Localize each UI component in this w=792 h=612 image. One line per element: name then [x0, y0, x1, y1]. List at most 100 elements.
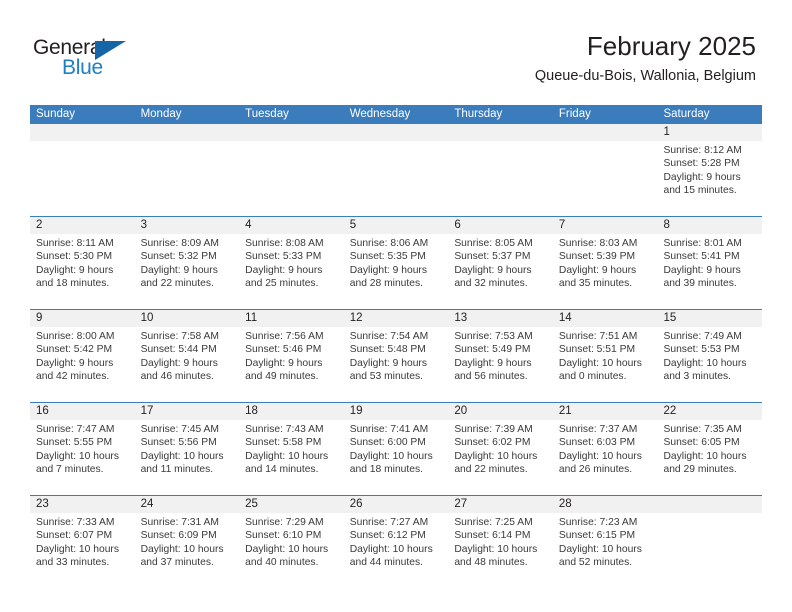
day-number: 7 — [552, 217, 658, 234]
weekday-header-friday: Friday — [558, 108, 591, 120]
day-sun-info: Sunrise: 7:58 AM Sunset: 5:44 PM Daylight:… — [135, 327, 240, 384]
title-block: February 2025 Queue-du-Bois, Wallonia, B… — [535, 31, 756, 86]
daylight-duration-line2: and 0 minutes. — [558, 371, 627, 383]
sunrise-time: Sunrise: 8:09 AM — [140, 238, 219, 249]
sunset-time: Sunset: 6:03 PM — [558, 437, 636, 449]
sunset-time: Sunset: 5:48 PM — [349, 344, 426, 356]
daylight-duration-line2: and 22 minutes. — [454, 464, 528, 476]
daylight-duration-line1: Daylight: 10 hours — [349, 450, 433, 462]
day-cell[interactable]: 22 Sunrise: 7:35 AM Sunset: 6:05 PM Dayligh… — [657, 403, 763, 495]
calendar-week-row: 9 Sunrise: 8:00 AM Sunset: 5:42 PM Daylight… — [30, 309, 763, 402]
day-sun-info: Sunrise: 7:53 AM Sunset: 5:49 PM Daylight:… — [448, 327, 553, 384]
day-cell[interactable]: 19 Sunrise: 7:41 AM Sunset: 6:00 PM Dayligh… — [343, 403, 449, 495]
sunrise-time: Sunrise: 7:37 AM — [558, 424, 638, 435]
day-cell-empty — [448, 124, 553, 216]
daylight-duration-line2: and 26 minutes. — [558, 464, 633, 476]
daylight-duration-line2: and 40 minutes. — [245, 557, 319, 569]
calendar-weeks: 1 Sunrise: 8:12 AM Sunset: 5:28 PM Daylight… — [30, 124, 763, 588]
day-cell[interactable]: 17 Sunrise: 7:45 AM Sunset: 5:56 PM Dayligh… — [134, 403, 240, 495]
day-number: 8 — [657, 217, 763, 234]
day-cell[interactable]: 3 Sunrise: 8:09 AM Sunset: 5:32 PM Daylight… — [134, 217, 240, 309]
sunrise-time: Sunrise: 7:33 AM — [36, 517, 115, 528]
day-cell[interactable]: 2 Sunrise: 8:11 AM Sunset: 5:30 PM Daylight… — [30, 217, 135, 309]
day-number: 6 — [448, 217, 553, 234]
sunset-time: Sunset: 6:10 PM — [245, 530, 322, 542]
daylight-duration-line1: Daylight: 9 hours — [245, 357, 323, 369]
calendar-week-row: 16 Sunrise: 7:47 AM Sunset: 5:55 PM Dayligh… — [30, 402, 763, 495]
day-number — [552, 124, 658, 141]
sunrise-time: Sunrise: 8:08 AM — [245, 238, 324, 249]
day-number: 16 — [30, 403, 135, 420]
daylight-duration-line2: and 37 minutes. — [140, 557, 214, 569]
sunset-time: Sunset: 5:58 PM — [245, 437, 322, 449]
day-number: 26 — [343, 496, 449, 513]
day-number — [239, 124, 344, 141]
day-cell[interactable]: 1 Sunrise: 8:12 AM Sunset: 5:28 PM Daylight… — [657, 124, 763, 216]
day-sun-info: Sunrise: 7:51 AM Sunset: 5:51 PM Daylight:… — [553, 327, 658, 384]
day-number: 11 — [239, 310, 344, 327]
day-cell[interactable]: 6 Sunrise: 8:05 AM Sunset: 5:37 PM Daylight… — [448, 217, 553, 309]
day-sun-info: Sunrise: 8:05 AM Sunset: 5:37 PM Daylight:… — [448, 234, 553, 291]
day-sun-info: Sunrise: 7:37 AM Sunset: 6:03 PM Daylight:… — [553, 420, 658, 477]
sunrise-time: Sunrise: 7:31 AM — [140, 517, 219, 528]
day-sun-info: Sunrise: 8:03 AM Sunset: 5:39 PM Daylight:… — [553, 234, 658, 291]
day-cell[interactable]: 24 Sunrise: 7:31 AM Sunset: 6:09 PM Dayligh… — [134, 496, 240, 588]
sunrise-time: Sunrise: 7:47 AM — [36, 424, 115, 435]
calendar-page: General Blue February 2025 Queue-du-Bois… — [0, 0, 792, 612]
daylight-duration-line1: Daylight: 9 hours — [36, 357, 114, 369]
day-number: 25 — [239, 496, 344, 513]
day-cell[interactable]: 4 Sunrise: 8:08 AM Sunset: 5:33 PM Daylight… — [239, 217, 344, 309]
weekday-header-saturday: Saturday — [663, 108, 710, 120]
sunset-time: Sunset: 5:41 PM — [663, 251, 740, 263]
day-cell[interactable]: 7 Sunrise: 8:03 AM Sunset: 5:39 PM Daylight… — [552, 217, 658, 309]
day-sun-info: Sunrise: 7:31 AM Sunset: 6:09 PM Daylight:… — [135, 513, 240, 570]
sunrise-time: Sunrise: 7:41 AM — [349, 424, 429, 435]
day-cell[interactable]: 27 Sunrise: 7:25 AM Sunset: 6:14 PM Dayligh… — [448, 496, 553, 588]
day-cell[interactable]: 8 Sunrise: 8:01 AM Sunset: 5:41 PM Daylight… — [657, 217, 763, 309]
day-number: 10 — [134, 310, 240, 327]
day-sun-info: Sunrise: 7:33 AM Sunset: 6:07 PM Daylight:… — [30, 513, 135, 570]
day-number: 3 — [134, 217, 240, 234]
daylight-duration-line1: Daylight: 10 hours — [245, 543, 329, 555]
day-cell[interactable]: 23 Sunrise: 7:33 AM Sunset: 6:07 PM Dayligh… — [30, 496, 135, 588]
day-cell[interactable]: 5 Sunrise: 8:06 AM Sunset: 5:35 PM Daylight… — [343, 217, 449, 309]
sunset-time: Sunset: 5:37 PM — [454, 251, 531, 263]
sunrise-time: Sunrise: 7:23 AM — [558, 517, 638, 528]
day-sun-info: Sunrise: 7:54 AM Sunset: 5:48 PM Daylight:… — [344, 327, 449, 384]
day-cell[interactable]: 15 Sunrise: 7:49 AM Sunset: 5:53 PM Dayligh… — [657, 310, 763, 402]
day-cell[interactable]: 18 Sunrise: 7:43 AM Sunset: 5:58 PM Dayligh… — [239, 403, 344, 495]
day-number: 15 — [657, 310, 763, 327]
day-number — [343, 124, 449, 141]
calendar-grid: Sunday Monday Tuesday Wednesday Thursday Frid… — [30, 105, 763, 588]
calendar-week-row: 1 Sunrise: 8:12 AM Sunset: 5:28 PM Daylight… — [30, 124, 763, 216]
daylight-duration-line1: Daylight: 9 hours — [36, 264, 114, 276]
day-cell[interactable]: 26 Sunrise: 7:27 AM Sunset: 6:12 PM Dayligh… — [343, 496, 449, 588]
day-sun-info: Sunrise: 7:56 AM Sunset: 5:46 PM Daylight:… — [239, 327, 344, 384]
day-cell[interactable]: 11 Sunrise: 7:56 AM Sunset: 5:46 PM Dayligh… — [239, 310, 344, 402]
day-cell[interactable]: 12 Sunrise: 7:54 AM Sunset: 5:48 PM Dayligh… — [343, 310, 449, 402]
day-cell[interactable]: 20 Sunrise: 7:39 AM Sunset: 6:02 PM Dayligh… — [448, 403, 553, 495]
daylight-duration-line1: Daylight: 9 hours — [349, 264, 428, 276]
sunset-time: Sunset: 5:28 PM — [663, 158, 740, 170]
day-cell[interactable]: 16 Sunrise: 7:47 AM Sunset: 5:55 PM Dayligh… — [30, 403, 135, 495]
sunrise-time: Sunrise: 7:51 AM — [558, 331, 638, 342]
daylight-duration-line2: and 33 minutes. — [36, 557, 110, 569]
day-cell[interactable]: 9 Sunrise: 8:00 AM Sunset: 5:42 PM Daylight… — [30, 310, 135, 402]
day-cell[interactable]: 25 Sunrise: 7:29 AM Sunset: 6:10 PM Dayligh… — [239, 496, 344, 588]
daylight-duration-line2: and 18 minutes. — [36, 278, 110, 290]
sunset-time: Sunset: 5:39 PM — [558, 251, 636, 263]
day-cell[interactable]: 21 Sunrise: 7:37 AM Sunset: 6:03 PM Dayligh… — [552, 403, 658, 495]
day-number: 22 — [657, 403, 763, 420]
daylight-duration-line1: Daylight: 9 hours — [140, 264, 218, 276]
day-cell-empty — [134, 124, 240, 216]
day-cell[interactable]: 28 Sunrise: 7:23 AM Sunset: 6:15 PM Dayligh… — [552, 496, 658, 588]
day-number: 18 — [239, 403, 344, 420]
day-number — [448, 124, 553, 141]
day-cell-empty — [552, 124, 658, 216]
day-cell[interactable]: 13 Sunrise: 7:53 AM Sunset: 5:49 PM Dayligh… — [448, 310, 553, 402]
day-cell[interactable]: 14 Sunrise: 7:51 AM Sunset: 5:51 PM Dayligh… — [552, 310, 658, 402]
sunrise-time: Sunrise: 8:03 AM — [558, 238, 638, 249]
sunrise-time: Sunrise: 7:43 AM — [245, 424, 324, 435]
weekday-header-wednesday: Wednesday — [349, 108, 411, 120]
day-cell[interactable]: 10 Sunrise: 7:58 AM Sunset: 5:44 PM Dayligh… — [134, 310, 240, 402]
